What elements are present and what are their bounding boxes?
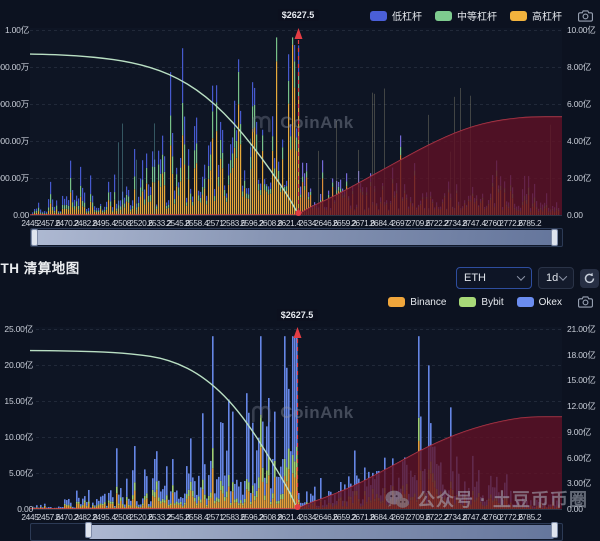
legend-item-2[interactable]: Okex (517, 297, 562, 308)
refresh-icon (583, 272, 596, 285)
datazoom-left-handle[interactable] (31, 229, 38, 246)
wechat-watermark: 公众号 · 土豆币币圈 (384, 486, 588, 512)
legend-item-1[interactable]: Bybit (459, 297, 503, 308)
legend-exchanges: Binance Bybit Okex (388, 296, 593, 308)
liquidation-charts-canvas[interactable] (0, 0, 600, 531)
interval-select[interactable]: 1d (538, 267, 574, 289)
legend-swatch (510, 11, 527, 21)
chevron-down-icon (517, 272, 525, 280)
legend-swatch (459, 297, 476, 307)
brand-watermark-text: CoinAnk (280, 403, 353, 423)
legend-label: Bybit (481, 297, 503, 308)
datazoom-left-handle[interactable] (85, 522, 92, 538)
legend-label: Okex (539, 297, 562, 308)
legend-item-0[interactable]: Binance (388, 297, 446, 308)
brand-watermark-text: CoinAnk (280, 113, 353, 133)
screenshot-button[interactable] (578, 10, 593, 22)
wechat-watermark-text: 公众号 · 土豆币币圈 (417, 486, 588, 512)
legend-label: Binance (410, 297, 446, 308)
page-title: ETH 清算地图 (0, 257, 80, 277)
price-marker-label-top: $2627.5 (278, 9, 319, 21)
legend-swatch (370, 11, 387, 21)
legend-swatch (435, 11, 452, 21)
legend-item-0[interactable]: 低杠杆 (370, 8, 422, 23)
brand-watermark: CoinAnk (250, 402, 353, 424)
legend-label: 低杠杆 (392, 8, 422, 23)
liquidation-map-page: 1.00亿8,000.00万6,000.00万4,000.00万2,000.00… (0, 0, 600, 531)
symbol-select-value: ETH (464, 272, 486, 284)
datazoom-selected-range[interactable] (89, 525, 554, 539)
legend-swatch (517, 297, 534, 307)
refresh-button[interactable] (580, 269, 599, 288)
legend-label: 高杠杆 (532, 8, 562, 23)
datazoom-right-handle[interactable] (551, 522, 558, 538)
camera-icon (578, 296, 593, 308)
interval-select-value: 1d (546, 272, 558, 284)
wechat-icon (384, 489, 410, 510)
legend-leverage: 低杠杆 中等杠杆 高杠杆 (370, 8, 593, 23)
datazoom-slider-bottom[interactable] (30, 523, 563, 541)
brand-watermark: CoinAnk (250, 112, 353, 134)
symbol-select[interactable]: ETH (456, 267, 532, 289)
legend-item-2[interactable]: 高杠杆 (510, 8, 562, 23)
price-marker-label-bottom: $2627.5 (277, 309, 318, 321)
screenshot-button[interactable] (578, 296, 593, 308)
legend-swatch (388, 297, 405, 307)
datazoom-slider-top[interactable] (30, 228, 563, 247)
datazoom-right-handle[interactable] (551, 229, 558, 246)
legend-item-1[interactable]: 中等杠杆 (435, 8, 497, 23)
datazoom-selected-range[interactable] (35, 230, 554, 245)
legend-label: 中等杠杆 (457, 8, 497, 23)
chevron-down-icon (559, 272, 567, 280)
camera-icon (578, 10, 593, 22)
coinank-logo-icon (250, 112, 274, 134)
coinank-logo-icon (250, 402, 274, 424)
